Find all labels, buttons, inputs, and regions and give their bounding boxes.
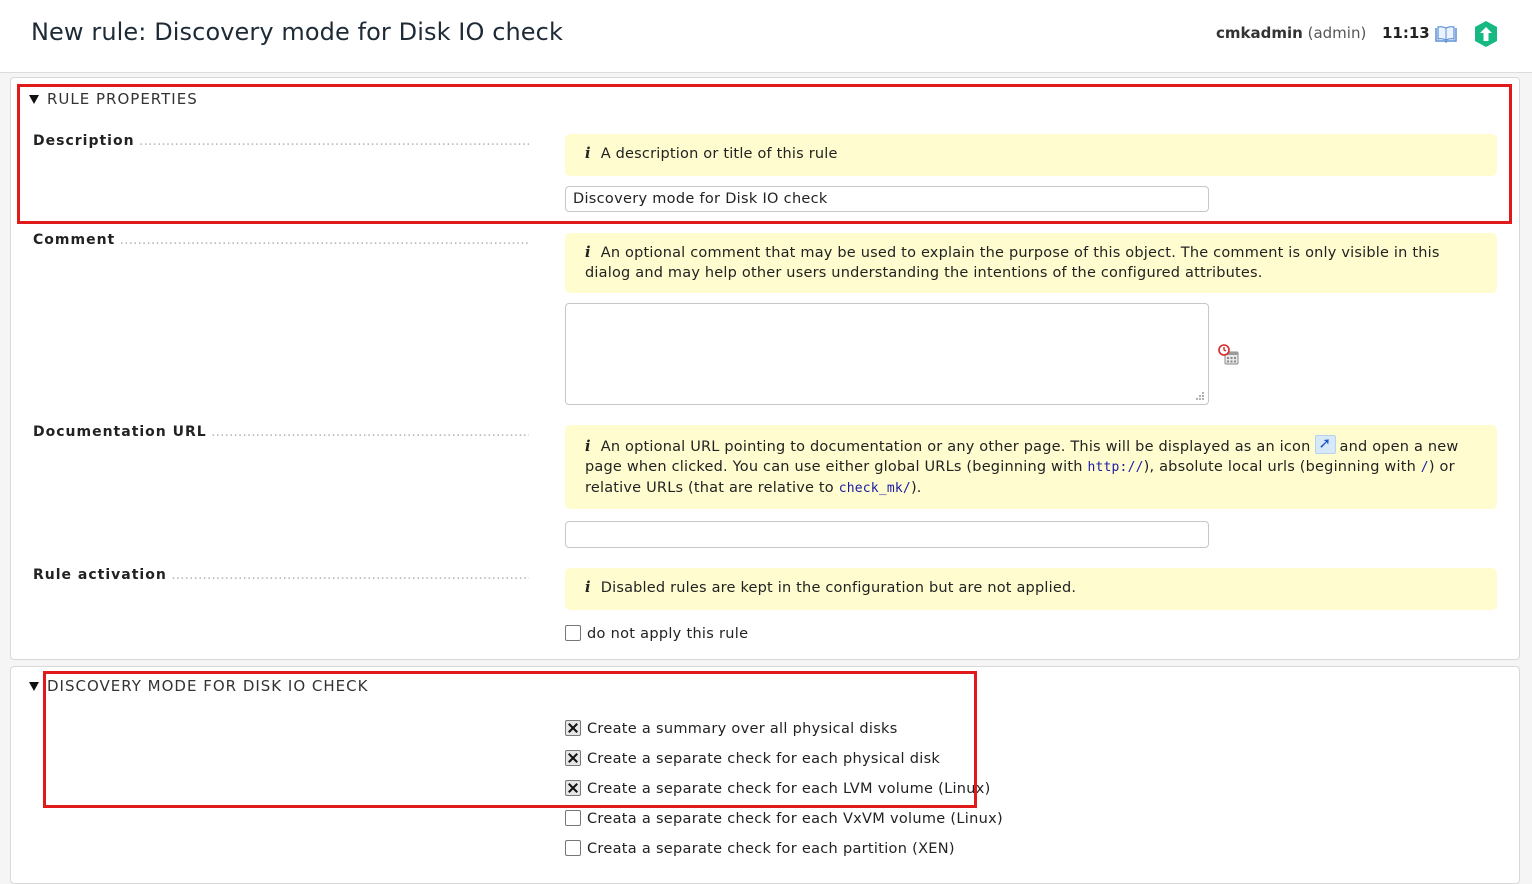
description-label: Description — [33, 133, 529, 149]
external-link-icon — [1314, 433, 1336, 454]
doc-help-text-5: ). — [910, 480, 922, 496]
disable-rule-checkbox[interactable] — [565, 625, 581, 641]
description-help: i A description or title of this rule — [565, 134, 1497, 176]
discovery-option-label[interactable]: Creata a separate check for each VxVM vo… — [587, 811, 1003, 827]
documentation-url-help: i An optional URL pointing to documentati… — [565, 425, 1497, 509]
page-header: New rule: Discovery mode for Disk IO che… — [0, 0, 1532, 73]
info-icon: i — [585, 244, 591, 261]
discovery-option-row[interactable]: Creata a separate check for each VxVM vo… — [565, 810, 1003, 827]
comment-help: i An optional comment that may be used to… — [565, 233, 1497, 293]
info-icon: i — [585, 579, 591, 596]
discovery-option-checkbox[interactable] — [565, 780, 581, 796]
update-icon[interactable] — [1473, 20, 1499, 48]
discovery-mode-title: DISCOVERY MODE FOR DISK IO CHECK — [47, 677, 369, 695]
comment-help-text: An optional comment that may be used to … — [585, 245, 1440, 281]
documentation-url-label: Documentation URL — [33, 424, 529, 440]
discovery-option-checkbox[interactable] — [565, 840, 581, 856]
page-title: New rule: Discovery mode for Disk IO che… — [31, 18, 563, 46]
collapse-triangle-icon[interactable] — [29, 95, 39, 104]
disable-rule-label[interactable]: do not apply this rule — [587, 626, 748, 642]
rule-activation-help: i Disabled rules are kept in the configur… — [565, 568, 1497, 610]
discovery-option-label[interactable]: Create a separate check for each LVM vol… — [587, 781, 991, 797]
rule-properties-title: RULE PROPERTIES — [47, 90, 198, 108]
discovery-option-checkbox[interactable] — [565, 750, 581, 766]
discovery-option-label[interactable]: Create a separate check for each physica… — [587, 751, 940, 767]
info-icon: i — [585, 438, 591, 455]
rule-properties-box: RULE PROPERTIES Description i A descripti… — [10, 77, 1520, 660]
rule-properties-header[interactable]: RULE PROPERTIES — [29, 90, 198, 108]
clock: 11:13 — [1382, 24, 1430, 42]
user-role: (admin) — [1307, 24, 1367, 42]
user-info[interactable]: cmkadmin (admin) — [1216, 24, 1366, 42]
resize-grip-icon[interactable] — [1195, 391, 1205, 401]
discovery-option-checkbox[interactable] — [565, 720, 581, 736]
documentation-url-input[interactable] — [565, 521, 1209, 548]
code-http: http:// — [1087, 460, 1144, 475]
code-slash: / — [1420, 460, 1429, 475]
comment-label: Comment — [33, 232, 529, 248]
discovery-option-label[interactable]: Creata a separate check for each partiti… — [587, 841, 955, 857]
insert-date-icon[interactable] — [1218, 344, 1240, 366]
discovery-mode-box: DISCOVERY MODE FOR DISK IO CHECK Create … — [10, 666, 1520, 884]
description-help-text: A description or title of this rule — [600, 146, 838, 162]
code-checkmk: check_mk/ — [838, 481, 911, 496]
discovery-option-row[interactable]: Create a separate check for each physica… — [565, 750, 940, 767]
rule-activation-label: Rule activation — [33, 567, 529, 583]
info-icon: i — [585, 145, 591, 162]
discovery-option-row[interactable]: Create a summary over all physical disks — [565, 720, 898, 737]
disable-rule-checkbox-row[interactable]: do not apply this rule — [565, 625, 748, 642]
discovery-option-checkbox[interactable] — [565, 810, 581, 826]
book-icon[interactable] — [1435, 25, 1457, 43]
discovery-option-row[interactable]: Create a separate check for each LVM vol… — [565, 780, 991, 797]
collapse-triangle-icon[interactable] — [29, 682, 39, 691]
discovery-option-row[interactable]: Creata a separate check for each partiti… — [565, 840, 955, 857]
comment-textarea[interactable] — [565, 303, 1209, 405]
username[interactable]: cmkadmin — [1216, 24, 1303, 42]
rule-activation-help-text: Disabled rules are kept in the configura… — [600, 580, 1077, 596]
doc-help-text-1: An optional URL pointing to documentatio… — [600, 439, 1311, 455]
discovery-mode-header[interactable]: DISCOVERY MODE FOR DISK IO CHECK — [29, 677, 368, 695]
doc-help-text-3: ), absolute local urls (beginning with — [1143, 459, 1416, 475]
description-input[interactable] — [565, 186, 1209, 212]
discovery-option-label[interactable]: Create a summary over all physical disks — [587, 721, 898, 737]
